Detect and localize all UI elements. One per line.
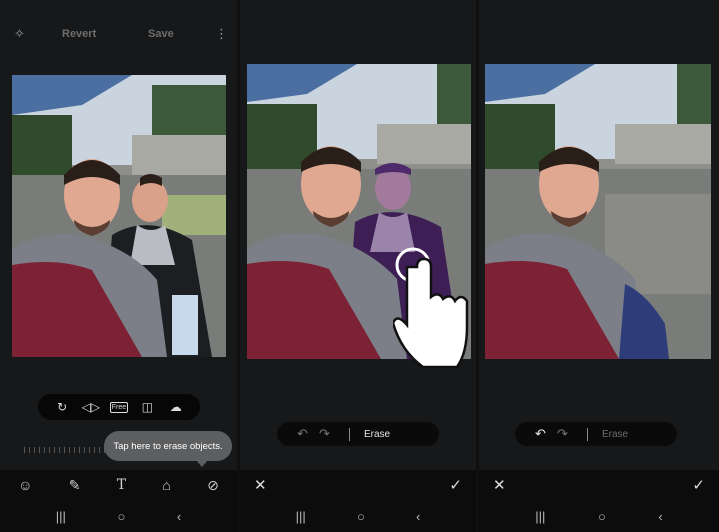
tap-gesture-icon (391, 245, 469, 369)
transform-toolbar: ↻ ◁▷ Free ◫ ☁ (38, 394, 200, 420)
photo-canvas[interactable] (485, 64, 711, 359)
cancel-icon[interactable]: ✕ (493, 476, 506, 494)
confirm-icon[interactable]: ✓ (692, 476, 705, 494)
more-icon[interactable]: ⋮ (215, 26, 228, 42)
adjust-icon[interactable]: ⌂ (162, 477, 170, 493)
divider (587, 427, 588, 441)
cloud-icon[interactable]: ☁ (167, 400, 185, 414)
save-button[interactable]: Save (148, 28, 174, 40)
straighten-ruler[interactable] (24, 447, 114, 453)
back-icon[interactable]: ‹ (658, 509, 662, 524)
erase-toolbar: ↶ ↷ Erase (515, 422, 677, 446)
home-icon[interactable]: ○ (598, 509, 606, 524)
back-icon[interactable]: ‹ (416, 509, 420, 524)
redo-icon[interactable]: ↷ (557, 426, 573, 442)
redo-icon[interactable]: ↷ (319, 426, 335, 442)
editor-panel-erase-select: ↶ ↷ Erase ✕ ✓ ||| ○ ‹ (240, 0, 476, 532)
mirror-icon[interactable]: ◫ (138, 400, 156, 414)
confirm-icon[interactable]: ✓ (449, 476, 462, 494)
photo-canvas[interactable] (12, 75, 226, 357)
recents-icon[interactable]: ||| (296, 509, 306, 524)
free-ratio-icon[interactable]: Free (109, 401, 128, 413)
sparkle-icon[interactable]: ✧ (14, 26, 25, 42)
text-icon[interactable]: T (117, 477, 126, 493)
action-bar: ✕ ✓ (479, 470, 719, 500)
bottom-tool-bar: ☺ ✎ T ⌂ ⊘ (0, 470, 237, 500)
rotate-icon[interactable]: ↻ (53, 400, 71, 414)
recents-icon[interactable]: ||| (56, 509, 66, 524)
action-bar: ✕ ✓ (240, 470, 476, 500)
sticker-icon[interactable]: ☺ (18, 477, 32, 493)
erase-tooltip: Tap here to erase objects. (104, 431, 232, 467)
home-icon[interactable]: ○ (117, 509, 125, 524)
top-bar: ✧ Revert Save ⋮ (0, 0, 237, 66)
system-nav-bar: ||| ○ ‹ (0, 500, 237, 532)
revert-button[interactable]: Revert (62, 28, 96, 40)
back-icon[interactable]: ‹ (177, 509, 181, 524)
draw-icon[interactable]: ✎ (69, 477, 81, 494)
erase-button[interactable]: Erase (364, 429, 390, 440)
undo-icon[interactable]: ↶ (297, 426, 313, 442)
erase-toolbar: ↶ ↷ Erase (277, 422, 439, 446)
undo-icon[interactable]: ↶ (535, 426, 551, 442)
divider (349, 427, 350, 441)
cancel-icon[interactable]: ✕ (254, 476, 267, 494)
system-nav-bar: ||| ○ ‹ (479, 500, 719, 532)
editor-panel-edit: ✧ Revert Save ⋮ ↻ ◁▷ Free ◫ ☁ Tap here t… (0, 0, 237, 532)
system-nav-bar: ||| ○ ‹ (240, 500, 476, 532)
object-eraser-icon[interactable]: ⊘ (207, 477, 219, 494)
home-icon[interactable]: ○ (357, 509, 365, 524)
erase-button[interactable]: Erase (602, 429, 628, 440)
flip-icon[interactable]: ◁▷ (82, 400, 100, 414)
editor-panel-erased: ↶ ↷ Erase ✕ ✓ ||| ○ ‹ (479, 0, 719, 532)
recents-icon[interactable]: ||| (535, 509, 545, 524)
